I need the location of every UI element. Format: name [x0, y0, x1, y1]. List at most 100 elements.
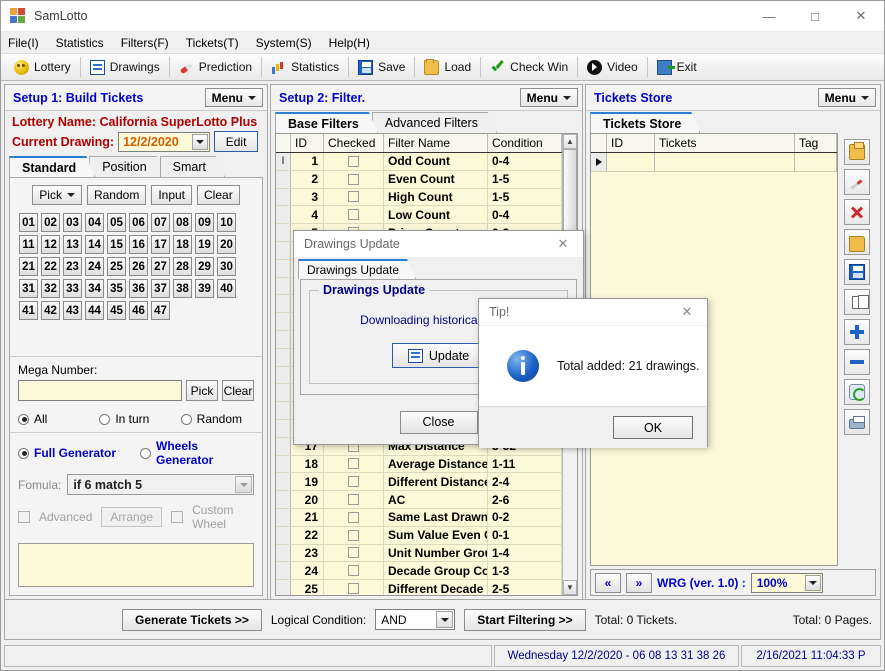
toolbar-prediction[interactable]: Prediction: [172, 55, 259, 79]
table-row[interactable]: 3 High Count 1-5: [276, 188, 562, 207]
table-row[interactable]: 25 Different Decade Co2-5: [276, 580, 562, 595]
row-selector-cell[interactable]: [276, 508, 291, 526]
column-header-checked[interactable]: Checked: [324, 134, 384, 152]
row-selector-cell[interactable]: [276, 170, 291, 188]
number-cell-33[interactable]: 33: [63, 279, 82, 298]
number-cell-46[interactable]: 46: [129, 301, 148, 320]
column-header-filter-name[interactable]: Filter Name: [384, 134, 488, 152]
tab-smart[interactable]: Smart: [160, 156, 225, 177]
advanced-checkbox[interactable]: [18, 511, 30, 523]
zoom-combo[interactable]: 100%: [750, 572, 823, 593]
cell-checked[interactable]: [324, 544, 384, 562]
row-selector-cell[interactable]: [276, 437, 291, 455]
table-row[interactable]: 4 Low Count 0-4: [276, 206, 562, 225]
number-cell-40[interactable]: 40: [217, 279, 236, 298]
save-button[interactable]: [844, 259, 870, 285]
close-button[interactable]: ✕: [838, 1, 884, 32]
start-filtering-button[interactable]: Start Filtering >>: [464, 608, 586, 631]
toolbar-exit[interactable]: Exit: [650, 55, 704, 79]
tab-position[interactable]: Position: [89, 156, 165, 177]
row-selector-cell[interactable]: [276, 526, 291, 544]
table-row[interactable]: 18 Average Distance 1-11: [276, 455, 562, 474]
clear-button[interactable]: Clear: [197, 185, 240, 205]
number-cell-41[interactable]: 41: [19, 301, 38, 320]
filter-checkbox[interactable]: [348, 191, 359, 203]
mega-pick-button[interactable]: Pick: [186, 380, 218, 401]
remove-button[interactable]: [844, 349, 870, 375]
number-cell-29[interactable]: 29: [195, 257, 214, 276]
table-row[interactable]: 20 AC 2-6: [276, 491, 562, 509]
row-selector-cell[interactable]: [276, 366, 291, 384]
row-selector-cell[interactable]: [276, 330, 291, 348]
number-cell-47[interactable]: 47: [151, 301, 170, 320]
row-selector-cell[interactable]: [276, 384, 291, 402]
toolbar-save[interactable]: Save: [351, 55, 412, 79]
row-selector-cell[interactable]: [276, 455, 291, 473]
menu-item-filters[interactable]: Filters(F): [121, 34, 178, 52]
number-cell-39[interactable]: 39: [195, 279, 214, 298]
edit-drawing-button[interactable]: Edit: [214, 131, 259, 152]
random-button[interactable]: Random: [86, 185, 147, 205]
toolbar-video[interactable]: Video: [580, 55, 644, 79]
current-drawing-combo[interactable]: 12/2/2020: [118, 131, 211, 152]
filter-checkbox[interactable]: [348, 529, 359, 541]
number-cell-42[interactable]: 42: [41, 301, 60, 320]
number-cell-12[interactable]: 12: [41, 235, 60, 254]
row-selector-cell[interactable]: [276, 259, 291, 277]
scroll-up-icon[interactable]: ▲: [563, 134, 577, 149]
filter-checkbox[interactable]: [348, 155, 359, 167]
filter-checkbox[interactable]: [348, 511, 359, 523]
pick-button[interactable]: Pick: [32, 185, 82, 205]
menu-item-statistics[interactable]: Statistics: [56, 34, 113, 52]
cell-checked[interactable]: [324, 188, 384, 206]
cell-checked[interactable]: [324, 153, 384, 170]
number-cell-36[interactable]: 36: [129, 279, 148, 298]
number-cell-21[interactable]: 21: [19, 257, 38, 276]
chevron-down-icon[interactable]: [235, 476, 252, 493]
row-selector-cell[interactable]: [276, 580, 291, 595]
number-cell-09[interactable]: 09: [195, 213, 214, 232]
refresh-button[interactable]: [844, 379, 870, 405]
radio-wheels-generator[interactable]: Wheels Generator: [140, 439, 254, 467]
formula-combo[interactable]: if 6 match 5: [67, 474, 254, 495]
number-cell-45[interactable]: 45: [107, 301, 126, 320]
table-row[interactable]: 22 Sum Value Even Odd0-1: [276, 526, 562, 545]
number-cell-01[interactable]: 01: [19, 213, 38, 232]
menu-item-file[interactable]: File(I): [8, 34, 48, 52]
number-cell-03[interactable]: 03: [63, 213, 82, 232]
number-cell-35[interactable]: 35: [107, 279, 126, 298]
add-button[interactable]: [844, 319, 870, 345]
number-cell-07[interactable]: 07: [151, 213, 170, 232]
menu-item-system[interactable]: System(S): [256, 34, 321, 52]
number-cell-17[interactable]: 17: [151, 235, 170, 254]
tab-base-filters[interactable]: Base Filters: [275, 112, 378, 133]
number-cell-22[interactable]: 22: [41, 257, 60, 276]
logical-condition-combo[interactable]: AND: [375, 609, 456, 630]
cell-checked[interactable]: [324, 580, 384, 595]
number-cell-44[interactable]: 44: [85, 301, 104, 320]
number-cell-15[interactable]: 15: [107, 235, 126, 254]
row-selector-cell[interactable]: [276, 313, 291, 330]
row-selector-cell[interactable]: [276, 206, 291, 224]
filter-checkbox[interactable]: [348, 209, 359, 221]
delete-ticket-button[interactable]: [844, 199, 870, 225]
close-dialog-button[interactable]: Close: [399, 410, 478, 434]
number-cell-31[interactable]: 31: [19, 279, 38, 298]
close-icon[interactable]: ✕: [543, 231, 583, 258]
number-cell-04[interactable]: 04: [85, 213, 104, 232]
row-selector-cell[interactable]: [276, 277, 291, 295]
ok-button[interactable]: OK: [613, 416, 693, 439]
wrg-next-button[interactable]: »: [626, 572, 652, 593]
custom-wheel-checkbox[interactable]: [171, 511, 184, 523]
number-cell-02[interactable]: 02: [41, 213, 60, 232]
chevron-down-icon[interactable]: [192, 133, 209, 150]
row-selector-cell[interactable]: [276, 473, 291, 491]
input-button[interactable]: Input: [151, 185, 193, 205]
number-cell-06[interactable]: 06: [129, 213, 148, 232]
menu-item-help[interactable]: Help(H): [329, 34, 379, 52]
toolbar-lottery[interactable]: Lottery: [7, 55, 78, 79]
row-selector-cell[interactable]: [276, 188, 291, 206]
filter-checkbox[interactable]: [348, 173, 359, 185]
cell-checked[interactable]: [324, 508, 384, 526]
copy-button[interactable]: [844, 289, 870, 315]
